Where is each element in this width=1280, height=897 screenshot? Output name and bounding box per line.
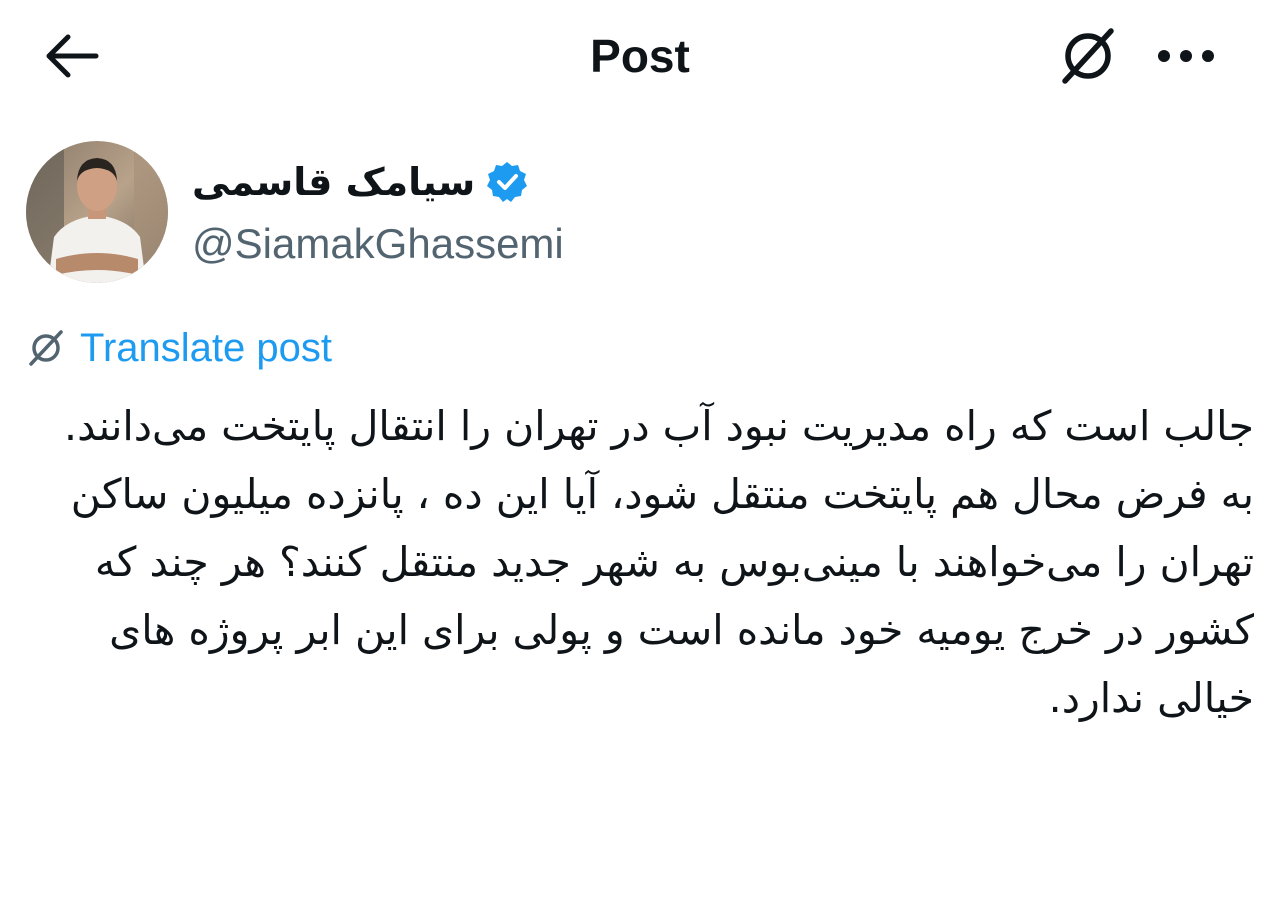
more-horizontal-icon (1158, 50, 1214, 62)
grok-button[interactable] (1052, 22, 1124, 90)
post-page: Post سیامک قاسمی @SiamakGhassemi Transla… (0, 0, 1280, 897)
translate-post-label: Translate post (80, 326, 332, 370)
avatar-photo-icon (26, 141, 168, 283)
post-author: سیامک قاسمی @SiamakGhassemi (26, 138, 1260, 288)
author-handle[interactable]: @SiamakGhassemi (192, 216, 564, 272)
grok-icon (29, 330, 63, 366)
verified-badge-icon (485, 160, 529, 204)
grok-icon (1062, 28, 1114, 84)
post-paragraph: به فرض محال هم پایتخت منتقل شود، آیا این… (70, 470, 1254, 722)
translate-post-link[interactable]: Translate post (26, 322, 332, 374)
author-name-row[interactable]: سیامک قاسمی (192, 150, 529, 214)
post-paragraph: جالب است که راه مدیریت نبود آب در تهران … (64, 402, 1254, 450)
author-name: سیامک قاسمی (192, 160, 476, 204)
more-options-button[interactable] (1150, 30, 1222, 82)
avatar[interactable] (26, 141, 168, 283)
top-bar: Post (0, 0, 1280, 110)
post-text: جالب است که راه مدیریت نبود آب در تهران … (30, 392, 1254, 732)
